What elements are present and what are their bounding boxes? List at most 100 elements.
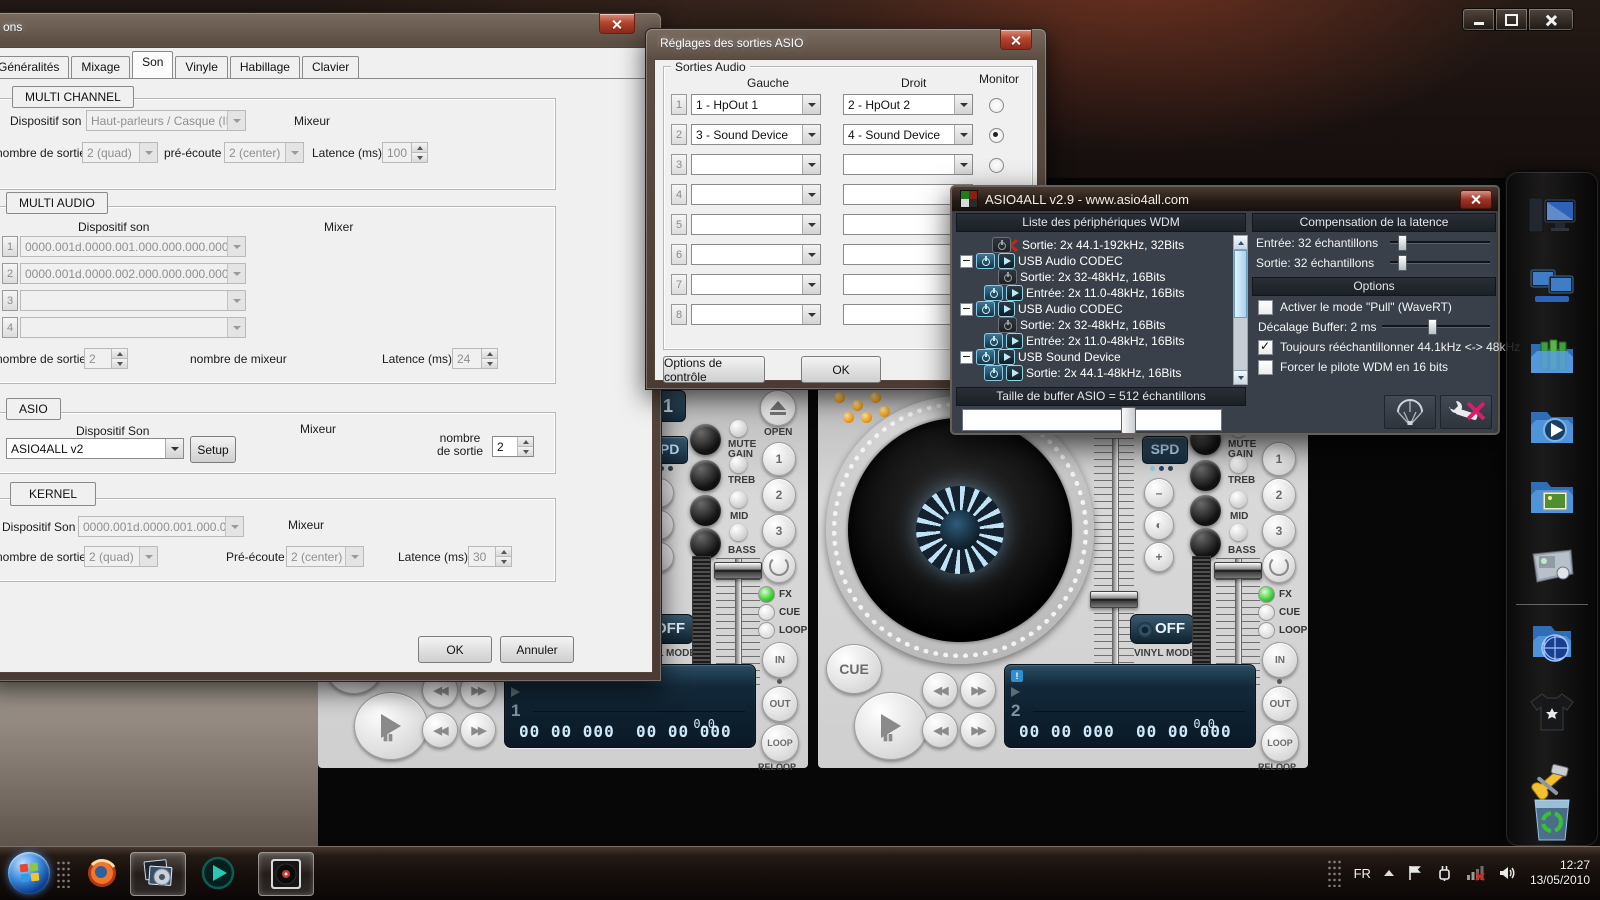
seek-forward-button[interactable]: ▶▶ <box>460 712 496 748</box>
wdm-list-scrollbar[interactable] <box>1233 235 1248 385</box>
out-left-combo-6[interactable] <box>691 244 821 265</box>
row-button[interactable]: 7 <box>671 274 687 295</box>
spin-up[interactable] <box>518 437 533 447</box>
spin-down[interactable] <box>496 557 511 566</box>
mid-knob[interactable] <box>1190 495 1221 526</box>
out-right-combo-3[interactable] <box>843 154 973 175</box>
out-left-combo-8[interactable] <box>691 304 821 325</box>
cancel-button[interactable]: Annuler <box>500 636 574 663</box>
dock-item-pictures[interactable] <box>1523 468 1581 524</box>
prev-track-button[interactable]: ◀◀ <box>922 672 958 708</box>
spin-down[interactable] <box>112 359 127 368</box>
hidden-icons-chevron[interactable] <box>1384 870 1394 876</box>
row-button[interactable]: 3 <box>671 154 687 175</box>
reloop-button[interactable]: LOOP <box>1261 724 1299 762</box>
loop-out-button[interactable]: OUT <box>762 686 798 722</box>
loop-in-button[interactable]: IN <box>762 642 798 678</box>
asio-device-combo[interactable]: ASIO4ALL v2 <box>6 438 184 459</box>
kernel-outputs-combo[interactable]: 2 (quad) <box>84 546 158 567</box>
treble-knob[interactable] <box>690 460 721 491</box>
row-button[interactable]: 1 <box>671 94 687 115</box>
power-icon[interactable] <box>976 301 995 317</box>
wdm-item-usb-audio-codec-2[interactable]: USB Audio CODEC <box>960 301 1123 317</box>
wdm-item-hd-output[interactable]: Sortie: 2x 44.1-192kHz, 32Bits <box>992 237 1184 253</box>
ma-device-combo-1[interactable]: 0000.001d.0000.001.000.000.000.000.000 <box>20 236 246 257</box>
buffer-slider-handle[interactable] <box>1121 407 1136 434</box>
tab-son[interactable]: Son <box>132 51 173 78</box>
tab-mixage[interactable]: Mixage <box>71 56 130 78</box>
next-track-button[interactable]: ▶▶ <box>960 672 996 708</box>
ma-device-combo-2[interactable]: 0000.001d.0000.002.000.000.000.000.000 <box>20 263 246 284</box>
taskbar-browser-button[interactable] <box>82 854 122 892</box>
fx-led-row[interactable]: FX <box>758 586 792 603</box>
latency-out-slider[interactable] <box>1390 255 1490 269</box>
dock-item-documents[interactable] <box>1523 328 1581 384</box>
row-button[interactable]: 5 <box>671 214 687 235</box>
checkbox-unchecked[interactable] <box>1258 300 1273 315</box>
wdm-subitem-entree[interactable]: Entrée: 2x 11.0-48kHz, 16Bits <box>984 285 1185 301</box>
spin-down[interactable] <box>412 153 427 162</box>
slider-handle[interactable] <box>1428 319 1437 335</box>
wdm-item-usb-sound-device[interactable]: USB Sound Device <box>960 349 1121 365</box>
power-icon[interactable] <box>984 365 1003 381</box>
asio-setup-button[interactable]: Setup <box>190 436 236 463</box>
close-button[interactable] <box>1528 8 1574 31</box>
power-plug-icon[interactable] <box>1436 865 1453 881</box>
jog-wheel[interactable] <box>826 396 1094 664</box>
hotcue-3-button[interactable]: 3 <box>1262 514 1296 548</box>
row-button[interactable]: 8 <box>671 304 687 325</box>
tab-generalites[interactable]: Généralités <box>0 56 69 78</box>
start-button[interactable] <box>8 852 50 894</box>
power-icon[interactable] <box>998 317 1017 333</box>
network-disconnected-icon[interactable] <box>1466 865 1486 881</box>
spin-up[interactable] <box>112 349 127 359</box>
mid-knob[interactable] <box>690 495 721 526</box>
hotcue-3-button[interactable]: 3 <box>762 514 796 548</box>
mc-device-combo[interactable]: Haut-parleurs / Casque (IDT High <box>86 110 246 131</box>
kernel-section-button[interactable]: KERNEL <box>10 482 96 506</box>
taskbar-dj-app-button[interactable] <box>258 852 314 896</box>
cue-button[interactable]: CUE <box>826 644 882 694</box>
close-button[interactable] <box>1000 29 1032 50</box>
mc-latency-spinner[interactable]: 100 <box>382 142 428 163</box>
bass-mini-knob[interactable] <box>730 524 747 541</box>
pull-mode-option[interactable]: Activer le mode "Pull" (WaveRT) <box>1258 299 1452 315</box>
row-button[interactable]: 4 <box>671 184 687 205</box>
pitch-fader-handle[interactable] <box>1090 591 1138 608</box>
clock[interactable]: 12:27 13/05/2010 <box>1530 858 1590 888</box>
wdm-subitem-sortie[interactable]: Sortie: 2x 32-48kHz, 16Bits <box>998 317 1165 333</box>
dock-item-media[interactable] <box>1523 398 1581 454</box>
slider-handle[interactable] <box>1398 255 1407 271</box>
hotcue-2-button[interactable]: 2 <box>1262 478 1296 512</box>
out-left-combo-3[interactable] <box>691 154 821 175</box>
hotcue-1-button[interactable]: 1 <box>762 442 796 476</box>
control-options-button[interactable]: Options de contrôle <box>663 356 765 383</box>
ok-button[interactable]: OK <box>801 356 881 383</box>
advanced-options-button[interactable] <box>1440 395 1492 429</box>
collapse-icon[interactable] <box>960 303 973 316</box>
seek-back-button[interactable]: ◀◀ <box>422 712 458 748</box>
taskbar-photo-app-button[interactable] <box>130 852 186 896</box>
fx-led-row[interactable]: FX <box>1258 586 1292 603</box>
dock-item-computer[interactable] <box>1523 188 1581 244</box>
spin-down[interactable] <box>482 359 497 368</box>
power-icon[interactable] <box>984 333 1003 349</box>
ma-device-combo-4[interactable] <box>20 317 246 338</box>
mc-outputs-combo[interactable]: 2 (quad) <box>82 142 158 163</box>
scrollbar-thumb[interactable] <box>1234 250 1247 318</box>
loop-mode-button[interactable] <box>1262 549 1296 583</box>
cue-led-row[interactable]: CUE <box>1258 604 1300 621</box>
minimize-button[interactable] <box>1462 8 1495 31</box>
ma-device-combo-3[interactable] <box>20 290 246 311</box>
monitor-radio-2[interactable] <box>989 128 1004 143</box>
dock-item-internet[interactable] <box>1523 614 1581 670</box>
cue-led-row[interactable]: CUE <box>758 604 800 621</box>
wdm-subitem-sortie[interactable]: Sortie: 2x 32-48kHz, 16Bits <box>998 269 1165 285</box>
wdm-item-usb-audio-codec-1[interactable]: USB Audio CODEC <box>960 253 1123 269</box>
spin-down[interactable] <box>518 447 533 456</box>
pitch-plus-button[interactable]: + <box>1144 542 1174 572</box>
ma-outputs-spinner[interactable]: 2 <box>84 348 128 369</box>
scroll-down-icon[interactable] <box>1234 370 1247 384</box>
pitch-minus-button[interactable]: – <box>1144 478 1174 508</box>
mid-mini-knob[interactable] <box>730 491 747 508</box>
